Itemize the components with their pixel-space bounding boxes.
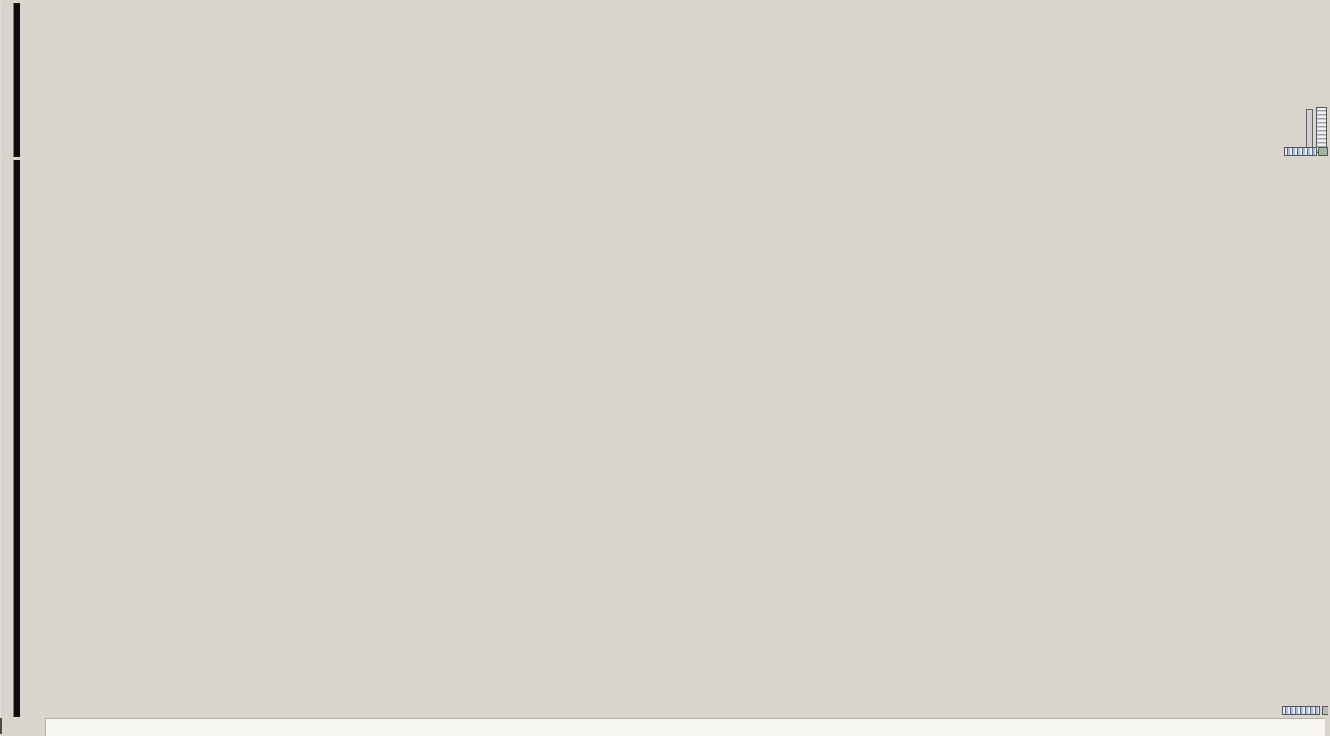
horizontal-zoom-thumbwheel-top[interactable] <box>1284 147 1317 156</box>
pane-spectrogram-top <box>0 0 1330 157</box>
waveform-overview-strip[interactable] <box>45 718 1325 736</box>
overview-view-box-right[interactable] <box>0 718 2 734</box>
playback-cursor-bottom <box>0 160 1 717</box>
spectrogram-app-window <box>0 0 1330 736</box>
spectrogram-bottom-canvas[interactable] <box>53 160 1330 717</box>
vertical-zoom-indicator[interactable] <box>1306 109 1313 151</box>
spectrogram-top-canvas[interactable] <box>60 3 1330 157</box>
pane-edge-strip-bottom <box>13 160 20 717</box>
waveform-overview-canvas[interactable] <box>46 720 1324 736</box>
horizontal-zoom-thumbwheel-bottom[interactable] <box>1282 706 1320 715</box>
time-ruler[interactable] <box>0 160 1330 176</box>
piano-keyboard-strip <box>46 160 53 717</box>
zoom-reset-button-top[interactable] <box>1318 147 1328 156</box>
pane-edge-strip-top <box>13 3 20 157</box>
playback-cursor-top <box>0 3 1 157</box>
